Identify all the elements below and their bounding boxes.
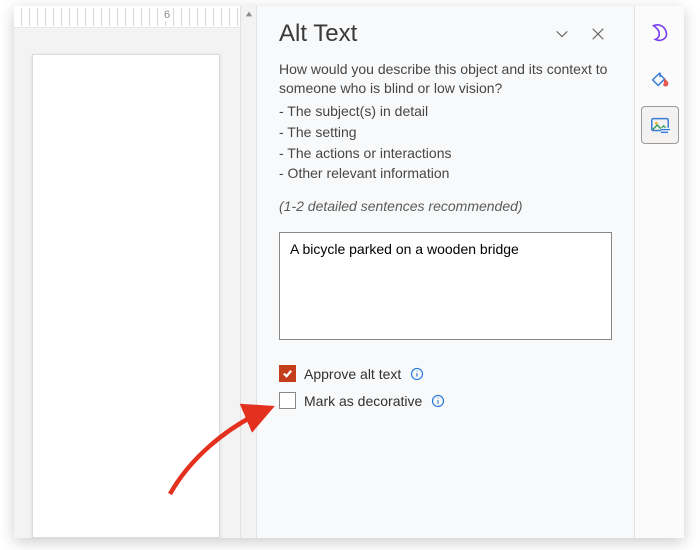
approve-alt-text-label: Approve alt text — [304, 366, 401, 382]
document-area: 6 — [14, 6, 240, 538]
collapse-button[interactable] — [548, 20, 576, 48]
side-tool-rail — [634, 6, 684, 538]
panel-bullet-list: - The subject(s) in detail - The setting… — [279, 102, 612, 184]
panel-bullet: - The actions or interactions — [279, 144, 612, 163]
panel-bullet: - The subject(s) in detail — [279, 102, 612, 121]
mark-decorative-label: Mark as decorative — [304, 393, 422, 409]
document-page[interactable] — [32, 54, 220, 538]
vertical-scrollbar[interactable] — [240, 6, 256, 538]
info-icon[interactable] — [430, 393, 445, 408]
panel-bullet: - The setting — [279, 123, 612, 142]
horizontal-ruler: 6 — [14, 6, 240, 28]
panel-hint: (1-2 detailed sentences recommended) — [279, 197, 612, 216]
ruler-tick-label: 6 — [162, 9, 172, 21]
approve-alt-text-checkbox[interactable] — [279, 365, 296, 382]
info-icon[interactable] — [409, 366, 424, 381]
rail-alt-text-button[interactable] — [641, 106, 679, 144]
rail-styles-button[interactable] — [641, 60, 679, 98]
close-button[interactable] — [584, 20, 612, 48]
panel-description: How would you describe this object and i… — [279, 60, 612, 98]
panel-title: Alt Text — [279, 20, 540, 48]
alt-text-panel: Alt Text How would you describe this obj… — [256, 6, 634, 538]
rail-designer-button[interactable] — [641, 14, 679, 52]
panel-bullet: - Other relevant information — [279, 164, 612, 183]
document-canvas[interactable] — [14, 28, 240, 538]
alt-text-input[interactable] — [279, 232, 612, 340]
scroll-up-button[interactable] — [243, 8, 255, 20]
mark-decorative-checkbox[interactable] — [279, 392, 296, 409]
